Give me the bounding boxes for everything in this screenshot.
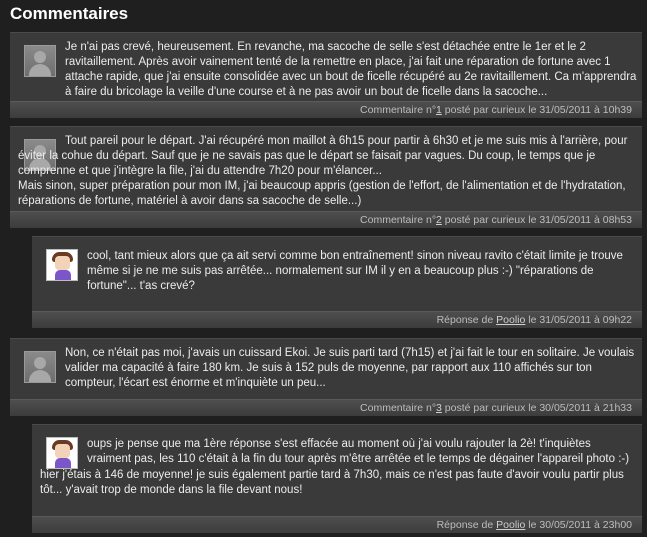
reply-footer: Réponse de Poolio le 31/05/2011 à 09h22: [32, 311, 642, 328]
comment-2: Tout pareil pour le départ. J'ai récupér…: [10, 126, 642, 228]
poolio-avatar-icon: [46, 249, 78, 281]
reply-text: cool, tant mieux alors que ça ait servi …: [87, 250, 623, 292]
comment-text: Tout pareil pour le départ. J'ai récupér…: [18, 134, 636, 209]
comment-footer: Commentaire n°1 posté par curieux le 31/…: [10, 101, 642, 118]
author-link[interactable]: Poolio: [496, 519, 525, 531]
comment-number-label: Commentaire n°: [360, 104, 437, 116]
reply-date: le 30/05/2011 à 23h00: [525, 519, 632, 531]
reply-text-continued: hier j'étais à 146 de moyenne! je suis é…: [40, 469, 624, 496]
comment-meta: posté par curieux le 31/05/2011 à 10h39: [441, 104, 632, 116]
reply-prefix: Réponse de: [436, 314, 497, 326]
comment-footer: Commentaire n°3 posté par curieux le 30/…: [10, 399, 642, 416]
comment-3: Non, ce n'était pas moi, j'avais un cuis…: [10, 338, 642, 416]
default-avatar-icon: [24, 45, 56, 77]
comment-text-body: Tout pareil pour le départ. J'ai récupér…: [18, 135, 628, 207]
default-avatar-icon: [24, 351, 56, 383]
reply-footer: Réponse de Poolio le 30/05/2011 à 23h00: [32, 516, 642, 533]
reply-date: le 31/05/2011 à 09h22: [525, 314, 632, 326]
reply-1: cool, tant mieux alors que ça ait servi …: [32, 236, 642, 328]
comment-number-label: Commentaire n°: [360, 402, 437, 414]
reply-prefix: Réponse de: [436, 519, 497, 531]
comment-number-label: Commentaire n°: [360, 214, 437, 226]
comment-footer: Commentaire n°2 posté par curieux le 31/…: [10, 211, 642, 228]
poolio-avatar-icon: [46, 437, 78, 469]
comment-1: Je n'ai pas crevé, heureusement. En reva…: [10, 32, 642, 118]
author-link[interactable]: Poolio: [496, 314, 525, 326]
reply-2: oups je pense que ma 1ère réponse s'est …: [32, 424, 642, 533]
reply-text: oups je pense que ma 1ère réponse s'est …: [87, 438, 630, 465]
comment-text: Je n'ai pas crevé, heureusement. En reva…: [65, 41, 637, 98]
comments-section-title: Commentaires: [10, 4, 129, 23]
comment-text: Non, ce n'était pas moi, j'avais un cuis…: [65, 347, 635, 389]
comment-meta: posté par curieux le 31/05/2011 à 08h53: [441, 214, 632, 226]
comment-meta: posté par curieux le 30/05/2011 à 21h33: [441, 402, 632, 414]
